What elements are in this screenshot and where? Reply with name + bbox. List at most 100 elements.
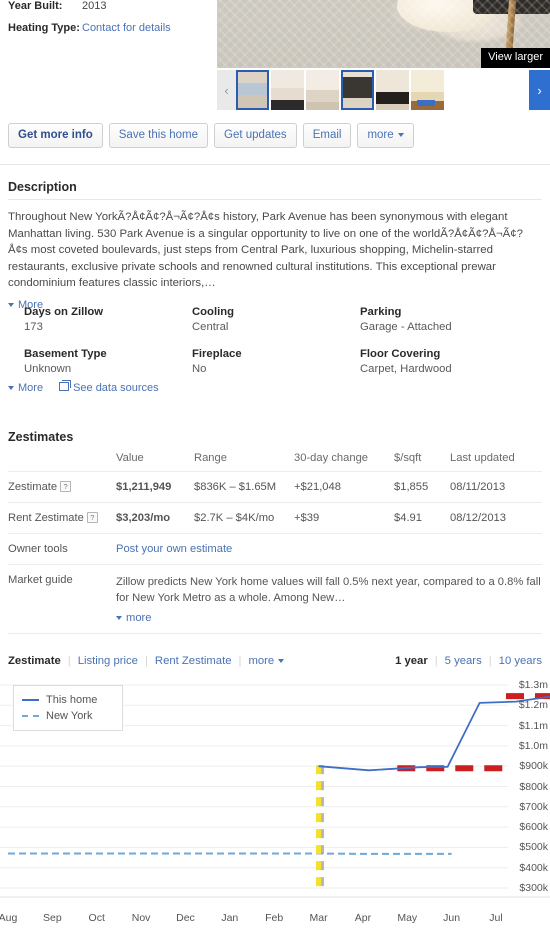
- fact-key: Heating Type:: [8, 22, 80, 34]
- help-icon[interactable]: ?: [86, 512, 98, 523]
- range-1-year[interactable]: 1 year: [388, 655, 435, 667]
- fact-value: Unknown: [24, 363, 72, 375]
- zestimate-value: $1,211,949: [116, 471, 194, 503]
- fact-name: Cooling: [192, 306, 235, 318]
- tab-more[interactable]: more: [241, 655, 291, 667]
- heating-type-link[interactable]: Contact for details: [82, 22, 171, 35]
- y-axis-tick-label: $1.0m: [518, 739, 548, 752]
- fact-value: Central: [192, 321, 229, 333]
- get-updates-button[interactable]: Get updates: [214, 123, 297, 148]
- chart-legend: This home New York: [13, 685, 123, 731]
- chart-range-tabs: 1 year | 5 years | 10 years: [388, 655, 542, 667]
- row-label: Rent Zestimate: [8, 512, 84, 524]
- rent-zestimate-value: $3,203/mo: [116, 502, 194, 534]
- fact-cell: Fireplace No: [192, 347, 360, 377]
- see-data-sources-link[interactable]: See data sources: [59, 380, 159, 394]
- chevron-down-icon: [278, 659, 285, 663]
- more-actions-button[interactable]: more: [357, 123, 414, 148]
- chair-decoration: [473, 0, 550, 14]
- row-label: Zestimate: [8, 481, 58, 493]
- fact-cell: Basement Type Unknown: [24, 347, 192, 377]
- fact-name: Days on Zillow: [24, 306, 104, 318]
- title-rule: [8, 199, 542, 200]
- col-sqft: $/sqft: [394, 444, 450, 472]
- zestimates-section: Zestimates Value Range 30-day change $/s…: [8, 430, 542, 634]
- tab-more-label: more: [248, 655, 275, 667]
- x-axis-tick-label: Oct: [88, 912, 105, 924]
- fact-row: Year Built: 2013: [8, 0, 213, 13]
- x-axis-tick-label: Dec: [176, 912, 195, 924]
- x-axis-tick-label: Feb: [265, 912, 284, 924]
- facts-more-label: More: [18, 382, 44, 394]
- property-detail-page: Year Built: 2013 Heating Type: Contact f…: [0, 0, 550, 928]
- post-your-own-estimate-link[interactable]: Post your own estimate: [116, 543, 232, 555]
- x-axis-tick-label: Jan: [221, 912, 239, 924]
- tab-listing-price[interactable]: Listing price: [71, 655, 145, 667]
- x-axis-tick-label: Apr: [354, 912, 372, 924]
- fact-name: Parking: [360, 306, 402, 318]
- fact-name: Fireplace: [192, 348, 242, 360]
- thumbnail-item[interactable]: [271, 70, 304, 110]
- window-icon: [59, 380, 72, 391]
- description-body: Throughout New YorkÃ?Å¢Ã¢?Å¬Ã¢?Å¢s histo…: [8, 211, 523, 289]
- fact-value: Carpet, Hardwood: [360, 363, 452, 375]
- market-guide-row: Market guide Zillow predicts New York ho…: [8, 564, 542, 634]
- action-button-bar: Get more info Save this home Get updates…: [8, 123, 414, 148]
- tab-rent-zestimate[interactable]: Rent Zestimate: [148, 655, 239, 667]
- zestimate-range: $836K – $1.65M: [194, 471, 294, 503]
- thumbnail-item[interactable]: [411, 70, 444, 110]
- fact-cell: Days on Zillow 173: [24, 305, 192, 335]
- fact-name: Floor Covering: [360, 348, 441, 360]
- email-button[interactable]: Email: [302, 123, 352, 148]
- next-photo-arrow-icon[interactable]: ›: [529, 70, 550, 110]
- market-guide-more-link[interactable]: more: [116, 612, 152, 624]
- tab-zestimate[interactable]: Zestimate: [8, 655, 68, 667]
- fact-cell: Cooling Central: [192, 305, 360, 335]
- y-axis-tick-label: $300k: [519, 882, 548, 894]
- help-icon[interactable]: ?: [60, 481, 72, 492]
- chevron-down-icon: [8, 386, 14, 390]
- thumbnail-item[interactable]: [306, 70, 339, 110]
- description-section: Description Throughout New YorkÃ?Å¢Ã¢?Å¬…: [8, 180, 542, 311]
- fact-value: 173: [24, 321, 43, 333]
- zestimate-updated: 08/11/2013: [450, 471, 542, 503]
- col-value: Value: [116, 444, 194, 472]
- thumbnail-item[interactable]: [376, 70, 409, 110]
- zestimate-history-chart[interactable]: This home New York $1.3m $1.2m $1.1m $1.0m $…: [0, 676, 550, 928]
- thumbnail-list: [236, 70, 446, 110]
- chart-header: Zestimate | Listing price | Rent Zestima…: [8, 655, 542, 667]
- table-row: Zestimate? $1,211,949 $836K – $1.65M +$2…: [8, 471, 542, 503]
- y-axis-tick-label: $400k: [519, 861, 548, 874]
- prev-photo-arrow-icon[interactable]: ‹: [217, 70, 236, 110]
- legend-label: New York: [46, 710, 93, 722]
- range-5-years[interactable]: 5 years: [438, 655, 489, 667]
- facts-links-row: More See data sources: [8, 380, 159, 394]
- table-header-row: Value Range 30-day change $/sqft Last up…: [8, 444, 542, 472]
- x-axis-tick-label: May: [397, 912, 418, 924]
- facts-more-link[interactable]: More: [8, 382, 43, 394]
- save-this-home-button[interactable]: Save this home: [108, 123, 209, 148]
- top-summary-zone: Year Built: 2013 Heating Type: Contact f…: [0, 0, 550, 148]
- col-updated: Last updated: [450, 444, 542, 472]
- thumbnail-item[interactable]: [341, 70, 374, 110]
- row-label-cell: Zestimate?: [8, 471, 116, 503]
- chevron-down-icon: [8, 302, 14, 307]
- fact-value: No: [192, 363, 207, 375]
- description-title: Description: [8, 180, 77, 194]
- view-larger-button[interactable]: View larger: [481, 48, 550, 68]
- x-axis-tick-label: Nov: [131, 912, 151, 924]
- thumbnail-spacer: [446, 70, 529, 110]
- get-more-info-button[interactable]: Get more info: [8, 123, 103, 148]
- table-header: Value Range 30-day change $/sqft Last up…: [8, 444, 542, 472]
- fact-value: 2013: [82, 0, 107, 12]
- rent-zestimate-sqft: $4.91: [394, 502, 450, 534]
- fact-key: Year Built:: [8, 0, 63, 12]
- thumbnail-item[interactable]: [236, 70, 269, 110]
- legend-item: New York: [22, 708, 114, 724]
- range-10-years[interactable]: 10 years: [492, 655, 542, 667]
- zestimate-sqft: $1,855: [394, 471, 450, 503]
- zestimates-table: Value Range 30-day change $/sqft Last up…: [8, 444, 542, 634]
- hero-photo[interactable]: View larger: [217, 0, 550, 68]
- row-label-cell: Rent Zestimate?: [8, 502, 116, 534]
- section-divider: [0, 164, 550, 165]
